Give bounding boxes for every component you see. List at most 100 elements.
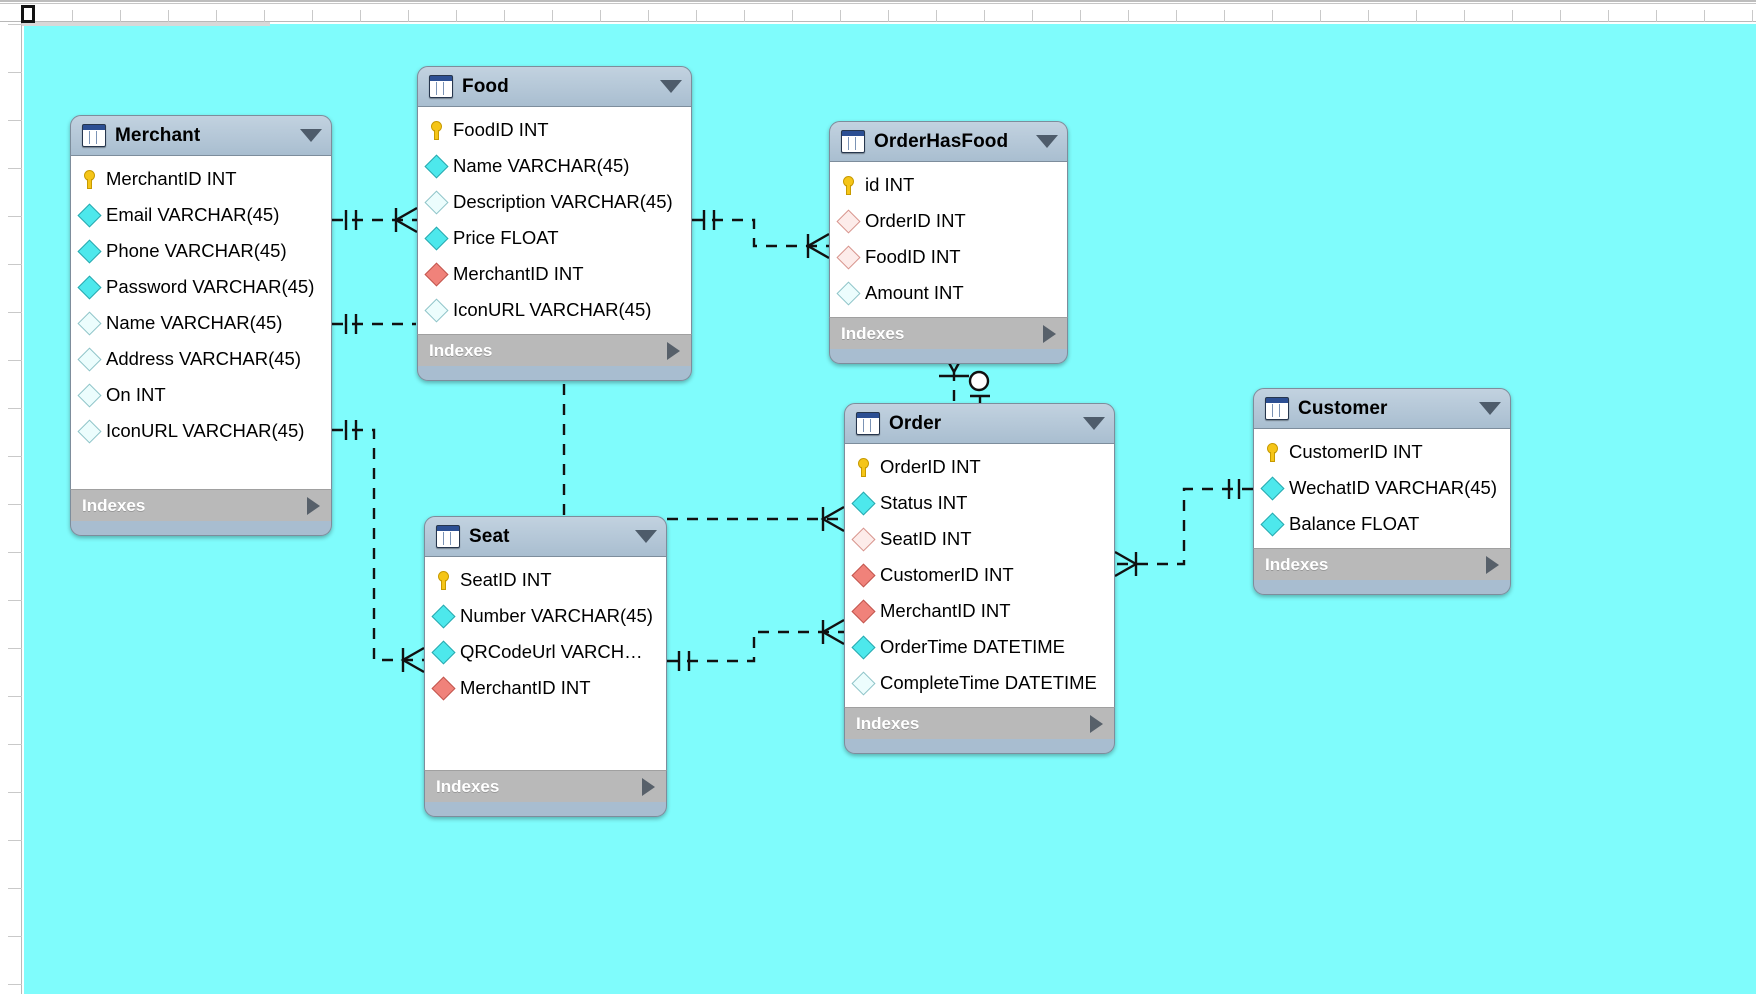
column-label: SeatID INT (880, 528, 972, 549)
chevron-down-icon[interactable] (1083, 417, 1105, 430)
indexes-section[interactable]: Indexes (844, 707, 1115, 739)
column-label: MerchantID INT (880, 600, 1011, 621)
column-row[interactable]: Name VARCHAR(45) (418, 148, 691, 184)
column-row[interactable]: Amount INT (830, 275, 1067, 311)
column-row[interactable]: OrderID INT (845, 449, 1114, 485)
column-row[interactable]: Name VARCHAR(45) (71, 305, 331, 341)
column-row[interactable]: WechatID VARCHAR(45) (1254, 470, 1510, 506)
column-label: Description VARCHAR(45) (453, 191, 673, 212)
column-row[interactable]: IconURL VARCHAR(45) (418, 292, 691, 328)
column-label: Name VARCHAR(45) (453, 155, 630, 176)
ruler-tick (1176, 10, 1177, 22)
column-row[interactable]: CustomerID INT (1254, 434, 1510, 470)
chevron-down-icon[interactable] (635, 530, 657, 543)
ruler-tick (408, 10, 409, 22)
column-row[interactable]: CustomerID INT (845, 557, 1114, 593)
table-header[interactable]: Customer (1253, 388, 1511, 429)
diamond-icon (431, 604, 456, 629)
column-row[interactable]: Status INT (845, 485, 1114, 521)
chevron-down-icon[interactable] (1479, 402, 1501, 415)
column-row[interactable]: MerchantID INT (418, 256, 691, 292)
table-figure-food[interactable]: Food FoodID INT Name VARCHAR(45) Descriptio… (417, 66, 692, 381)
table-name: Seat (469, 525, 510, 547)
indexes-label: Indexes (429, 340, 493, 360)
table-header[interactable]: Food (417, 66, 692, 107)
chevron-right-icon[interactable] (667, 341, 680, 360)
table-figure-order[interactable]: Order OrderID INT Status INT SeatID INT Cust… (844, 403, 1115, 754)
diamond-icon (424, 226, 449, 251)
table-header[interactable]: OrderHasFood (829, 121, 1068, 162)
column-row[interactable]: MerchantID INT (71, 161, 331, 197)
table-icon (429, 75, 453, 98)
table-figure-seat[interactable]: Seat SeatID INT Number VARCHAR(45) QRCodeUr… (424, 516, 667, 817)
column-row[interactable]: FoodID INT (418, 112, 691, 148)
chevron-down-icon[interactable] (300, 129, 322, 142)
ruler-origin-marker[interactable] (21, 5, 35, 23)
ruler-tick (216, 10, 217, 22)
table-figure-orderhasfood[interactable]: OrderHasFood id INT OrderID INT FoodID INT A… (829, 121, 1068, 364)
column-row[interactable]: Price FLOAT (418, 220, 691, 256)
column-row[interactable]: Address VARCHAR(45) (71, 341, 331, 377)
diamond-icon (851, 491, 876, 516)
ruler-tick (1080, 10, 1081, 22)
column-row[interactable]: FoodID INT (830, 239, 1067, 275)
chevron-right-icon[interactable] (1486, 555, 1499, 574)
ruler-tick (168, 10, 169, 22)
column-row[interactable]: MerchantID INT (425, 670, 666, 706)
ruler-tick (1416, 10, 1417, 22)
column-row[interactable]: CompleteTime DATETIME (845, 665, 1114, 701)
table-header[interactable]: Merchant (70, 115, 332, 156)
column-row[interactable]: Balance FLOAT (1254, 506, 1510, 542)
column-row[interactable]: IconURL VARCHAR(45) (71, 413, 331, 449)
ruler-tick (936, 10, 937, 22)
ruler-tick (8, 744, 22, 745)
ruler-tick (312, 10, 313, 22)
chevron-right-icon[interactable] (307, 496, 320, 515)
chevron-down-icon[interactable] (660, 80, 682, 93)
chevron-right-icon[interactable] (642, 777, 655, 796)
table-header[interactable]: Seat (424, 516, 667, 557)
vertical-ruler (0, 0, 22, 994)
column-row[interactable]: id INT (830, 167, 1067, 203)
indexes-section[interactable]: Indexes (829, 317, 1068, 349)
column-row[interactable]: On INT (71, 377, 331, 413)
column-row[interactable]: MerchantID INT (845, 593, 1114, 629)
ruler-tick (8, 360, 22, 361)
indexes-section[interactable]: Indexes (417, 334, 692, 366)
diamond-icon (77, 347, 102, 372)
column-row[interactable]: Password VARCHAR(45) (71, 269, 331, 305)
table-figure-merchant[interactable]: Merchant MerchantID INT Email VARCHAR(45) P… (70, 115, 332, 536)
indexes-section[interactable]: Indexes (424, 770, 667, 802)
column-row[interactable]: Number VARCHAR(45) (425, 598, 666, 634)
diamond-icon (851, 671, 876, 696)
ruler-tick (8, 984, 22, 985)
eer-diagram-canvas[interactable]: Merchant MerchantID INT Email VARCHAR(45) P… (24, 24, 1756, 994)
diamond-icon (836, 281, 861, 306)
column-row[interactable]: Description VARCHAR(45) (418, 184, 691, 220)
indexes-section[interactable]: Indexes (70, 489, 332, 521)
column-row[interactable]: Email VARCHAR(45) (71, 197, 331, 233)
column-label: Password VARCHAR(45) (106, 276, 315, 297)
column-label: MerchantID INT (453, 263, 584, 284)
diamond-icon (1260, 512, 1285, 537)
table-header[interactable]: Order (844, 403, 1115, 444)
diamond-icon (424, 298, 449, 323)
column-row[interactable]: OrderID INT (830, 203, 1067, 239)
diamond-icon (431, 676, 456, 701)
column-label: QRCodeUrl VARCH… (460, 641, 643, 662)
column-row[interactable]: SeatID INT (845, 521, 1114, 557)
ruler-tick (1224, 10, 1225, 22)
indexes-section[interactable]: Indexes (1253, 548, 1511, 580)
column-row[interactable]: QRCodeUrl VARCH… (425, 634, 666, 670)
column-label: id INT (865, 174, 915, 195)
ruler-tick (8, 600, 22, 601)
chevron-right-icon[interactable] (1090, 714, 1103, 733)
ruler-tick (264, 10, 265, 22)
chevron-right-icon[interactable] (1043, 324, 1056, 343)
column-row[interactable]: OrderTime DATETIME (845, 629, 1114, 665)
ruler-tick (600, 10, 601, 22)
column-row[interactable]: SeatID INT (425, 562, 666, 598)
chevron-down-icon[interactable] (1036, 135, 1058, 148)
table-figure-customer[interactable]: Customer CustomerID INT WechatID VARCHAR(4… (1253, 388, 1511, 595)
column-row[interactable]: Phone VARCHAR(45) (71, 233, 331, 269)
